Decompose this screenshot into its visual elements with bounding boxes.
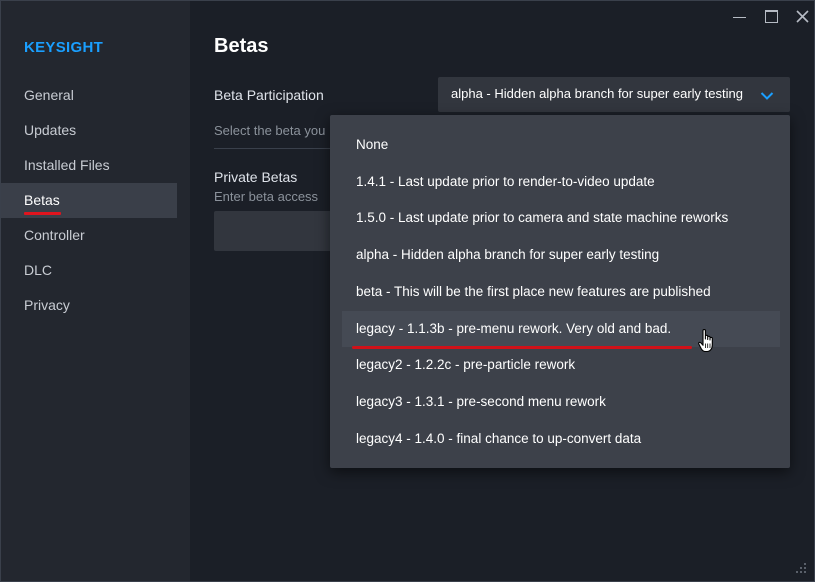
dropdown-option[interactable]: legacy3 - 1.3.1 - pre-second menu rework <box>342 384 780 420</box>
dropdown-option[interactable]: 1.4.1 - Last update prior to render-to-v… <box>342 164 780 200</box>
beta-select-value: alpha - Hidden alpha branch for super ea… <box>451 86 743 101</box>
red-underline-annotation <box>352 346 692 349</box>
sidebar-item-betas[interactable]: Betas <box>1 183 177 218</box>
sidebar-item-general[interactable]: General <box>1 78 190 113</box>
close-icon[interactable] <box>792 7 814 27</box>
sidebar: KEYSIGHT General Updates Installed Files… <box>1 1 190 581</box>
dropdown-option[interactable]: alpha - Hidden alpha branch for super ea… <box>342 237 780 273</box>
app-title: KEYSIGHT <box>24 39 104 56</box>
beta-access-code-input[interactable] <box>214 211 334 251</box>
dropdown-option[interactable]: legacy4 - 1.4.0 - final chance to up-con… <box>342 421 780 457</box>
beta-participation-description: Select the beta you <box>214 123 326 138</box>
dropdown-option[interactable]: beta - This will be the first place new … <box>342 274 780 310</box>
chevron-down-icon <box>760 88 774 106</box>
active-underline <box>24 212 61 215</box>
beta-participation-label: Beta Participation <box>214 87 324 103</box>
sidebar-item-label: Betas <box>24 192 60 208</box>
private-betas-label: Private Betas <box>214 169 298 185</box>
page-title: Betas <box>214 35 269 57</box>
sidebar-nav: General Updates Installed Files Betas Co… <box>1 78 190 323</box>
dropdown-option[interactable]: None <box>342 127 780 163</box>
divider <box>214 148 334 149</box>
beta-dropdown-menu: None 1.4.1 - Last update prior to render… <box>330 115 790 468</box>
dropdown-option[interactable]: 1.5.0 - Last update prior to camera and … <box>342 200 780 236</box>
private-betas-description: Enter beta access <box>214 189 319 204</box>
hand-cursor-icon <box>697 328 717 359</box>
sidebar-item-controller[interactable]: Controller <box>1 218 190 253</box>
beta-select[interactable]: alpha - Hidden alpha branch for super ea… <box>438 77 790 112</box>
maximize-icon[interactable] <box>761 7 783 27</box>
sidebar-item-installed-files[interactable]: Installed Files <box>1 148 190 183</box>
sidebar-item-dlc[interactable]: DLC <box>1 253 190 288</box>
settings-window: KEYSIGHT General Updates Installed Files… <box>0 0 815 582</box>
resize-grip-icon[interactable] <box>794 561 808 575</box>
sidebar-item-updates[interactable]: Updates <box>1 113 190 148</box>
minimize-icon[interactable] <box>729 7 751 27</box>
sidebar-item-privacy[interactable]: Privacy <box>1 288 190 323</box>
